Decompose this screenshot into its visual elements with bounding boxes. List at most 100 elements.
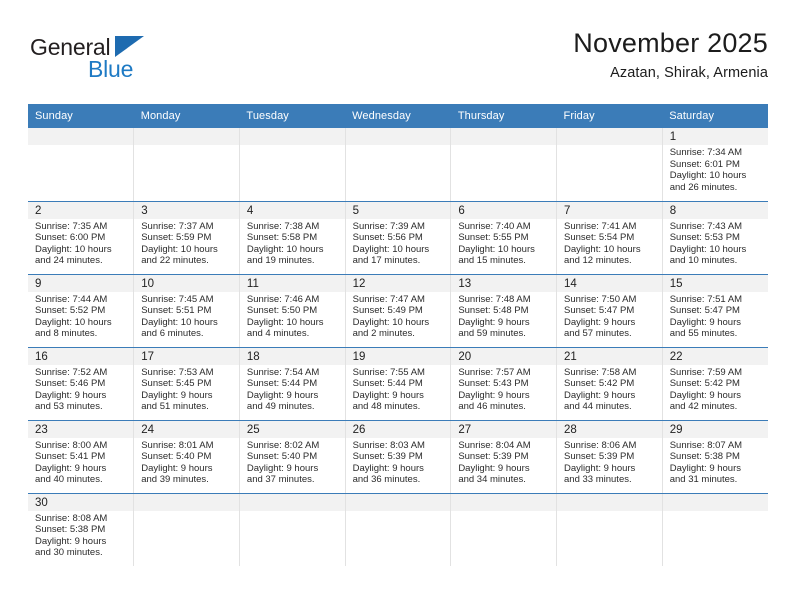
sun-info-line-sunrise: Sunrise: 7:50 AM <box>564 293 637 305</box>
day-sun-info: Sunrise: 8:07 AM Sunset: 5:38 PM Daylight:… <box>663 438 768 486</box>
sun-info-line-daylight1: Daylight: 9 hours <box>564 316 636 328</box>
general-blue-logo[interactable]: General Blue <box>30 34 170 90</box>
day-number <box>239 493 345 511</box>
calendar-day-cell[interactable]: 11 Sunrise: 7:46 AM Sunset: 5:50 PM Dayligh… <box>239 274 346 348</box>
calendar-day-cell[interactable]: 4 Sunrise: 7:38 AM Sunset: 5:58 PM Daylight… <box>239 201 346 275</box>
sun-info-line-daylight1: Daylight: 10 hours <box>246 316 324 328</box>
sun-info-line-daylight2: and 8 minutes. <box>35 328 98 340</box>
day-sun-info: Sunrise: 8:02 AM Sunset: 5:40 PM Daylight:… <box>240 438 345 486</box>
calendar-day-cell[interactable]: 18 Sunrise: 7:54 AM Sunset: 5:44 PM Dayligh… <box>239 347 346 421</box>
sun-info-line-sunset: Sunset: 5:44 PM <box>246 378 318 390</box>
calendar-day-cell[interactable]: 3 Sunrise: 7:37 AM Sunset: 5:59 PM Daylight… <box>133 201 240 275</box>
day-sun-info: Sunrise: 8:03 AM Sunset: 5:39 PM Daylight:… <box>346 438 451 486</box>
sun-info-line-daylight2: and 24 minutes. <box>35 255 103 267</box>
calendar-day-cell-empty <box>133 128 240 202</box>
day-number: 5 <box>345 201 451 219</box>
calendar-day-cell[interactable]: 25 Sunrise: 8:02 AM Sunset: 5:40 PM Dayligh… <box>239 420 346 494</box>
sun-info-line-sunset: Sunset: 5:39 PM <box>564 451 635 463</box>
day-number: 2 <box>28 201 134 219</box>
calendar-day-cell[interactable]: 20 Sunrise: 7:57 AM Sunset: 5:43 PM Dayligh… <box>450 347 558 421</box>
sun-info-line-daylight1: Daylight: 9 hours <box>352 462 424 474</box>
day-number <box>557 128 662 145</box>
sun-info-line-sunset: Sunset: 5:52 PM <box>35 305 106 317</box>
sun-info-line-sunset: Sunset: 5:49 PM <box>352 305 423 317</box>
calendar-day-cell[interactable]: 16 Sunrise: 7:52 AM Sunset: 5:46 PM Dayligh… <box>28 347 135 421</box>
sun-info-line-sunset: Sunset: 5:41 PM <box>35 451 106 463</box>
sun-info-line-sunset: Sunset: 5:38 PM <box>35 524 106 536</box>
sun-info-line-daylight1: Daylight: 9 hours <box>35 462 107 474</box>
calendar-day-cell[interactable]: 17 Sunrise: 7:53 AM Sunset: 5:45 PM Dayligh… <box>133 347 240 421</box>
day-sun-info: Sunrise: 7:41 AM Sunset: 5:54 PM Daylight:… <box>557 219 662 267</box>
sun-info-line-daylight2: and 42 minutes. <box>669 401 738 413</box>
sun-info-line-sunset: Sunset: 5:59 PM <box>141 232 212 244</box>
sun-info-line-daylight1: Daylight: 10 hours <box>141 316 218 328</box>
calendar-day-cell[interactable]: 28 Sunrise: 8:06 AM Sunset: 5:39 PM Dayligh… <box>556 420 663 494</box>
calendar-day-cell[interactable]: 2 Sunrise: 7:35 AM Sunset: 6:00 PM Daylight… <box>28 201 135 275</box>
calendar-week-row: 16 Sunrise: 7:52 AM Sunset: 5:46 PM Dayligh… <box>28 347 768 421</box>
calendar-day-cell[interactable]: 22 Sunrise: 7:59 AM Sunset: 5:42 PM Dayligh… <box>662 347 768 421</box>
day-sun-info: Sunrise: 7:48 AM Sunset: 5:48 PM Daylight:… <box>451 292 556 340</box>
page-header: General Blue November 2025 Azatan, Shira… <box>28 28 768 98</box>
calendar-day-cell[interactable]: 14 Sunrise: 7:50 AM Sunset: 5:47 PM Dayligh… <box>556 274 663 348</box>
sun-info-line-daylight2: and 22 minutes. <box>141 255 209 267</box>
day-sun-info: Sunrise: 7:54 AM Sunset: 5:44 PM Daylight:… <box>240 365 345 413</box>
calendar-day-cell-empty <box>556 493 663 566</box>
sun-info-line-daylight1: Daylight: 9 hours <box>141 462 213 474</box>
calendar-day-cell[interactable]: 29 Sunrise: 8:07 AM Sunset: 5:38 PM Dayligh… <box>662 420 768 494</box>
sun-info-line-sunrise: Sunrise: 7:38 AM <box>246 220 320 232</box>
day-number: 16 <box>28 347 134 365</box>
day-sun-info: Sunrise: 8:08 AM Sunset: 5:38 PM Daylight:… <box>28 511 133 559</box>
calendar-day-cell[interactable]: 27 Sunrise: 8:04 AM Sunset: 5:39 PM Dayligh… <box>450 420 558 494</box>
sun-info-line-sunrise: Sunrise: 8:01 AM <box>141 439 214 451</box>
day-number: 28 <box>557 420 662 438</box>
calendar-day-cell-empty <box>345 128 452 202</box>
calendar-day-cell[interactable]: 24 Sunrise: 8:01 AM Sunset: 5:40 PM Dayligh… <box>133 420 240 494</box>
calendar-day-cell[interactable]: 10 Sunrise: 7:45 AM Sunset: 5:51 PM Dayligh… <box>133 274 240 348</box>
weekday-header-tuesday: Tuesday <box>239 104 346 128</box>
calendar-day-cell[interactable]: 9 Sunrise: 7:44 AM Sunset: 5:52 PM Daylight… <box>28 274 135 348</box>
sun-info-line-daylight1: Daylight: 10 hours <box>246 243 324 255</box>
calendar-day-cell[interactable]: 8 Sunrise: 7:43 AM Sunset: 5:53 PM Daylight… <box>662 201 768 275</box>
calendar-day-cell[interactable]: 7 Sunrise: 7:41 AM Sunset: 5:54 PM Daylight… <box>556 201 663 275</box>
sun-info-line-sunrise: Sunrise: 7:55 AM <box>352 366 425 378</box>
sun-info-line-daylight1: Daylight: 10 hours <box>669 243 747 255</box>
calendar-day-cell[interactable]: 23 Sunrise: 8:00 AM Sunset: 5:41 PM Dayligh… <box>28 420 135 494</box>
calendar-day-cell[interactable]: 30 Sunrise: 8:08 AM Sunset: 5:38 PM Dayligh… <box>28 493 135 566</box>
weekday-header-sunday: Sunday <box>28 104 134 128</box>
day-number: 8 <box>662 201 768 219</box>
page-subtitle: Azatan, Shirak, Armenia <box>610 65 768 82</box>
calendar-day-cell[interactable]: 1 Sunrise: 7:34 AM Sunset: 6:01 PM Daylight… <box>662 128 768 202</box>
calendar-day-cell[interactable]: 19 Sunrise: 7:55 AM Sunset: 5:44 PM Dayligh… <box>345 347 452 421</box>
sun-info-line-sunrise: Sunrise: 7:37 AM <box>141 220 214 232</box>
sun-info-line-sunset: Sunset: 5:47 PM <box>669 305 740 317</box>
calendar-day-cell[interactable]: 5 Sunrise: 7:39 AM Sunset: 5:56 PM Daylight… <box>345 201 452 275</box>
calendar-week-row: 9 Sunrise: 7:44 AM Sunset: 5:52 PM Daylight… <box>28 274 768 348</box>
day-number: 14 <box>557 274 662 292</box>
sun-info-line-sunset: Sunset: 5:51 PM <box>141 305 212 317</box>
calendar-day-cell[interactable]: 12 Sunrise: 7:47 AM Sunset: 5:49 PM Dayligh… <box>345 274 452 348</box>
calendar-day-cell[interactable]: 13 Sunrise: 7:48 AM Sunset: 5:48 PM Dayligh… <box>450 274 558 348</box>
calendar-day-cell[interactable]: 15 Sunrise: 7:51 AM Sunset: 5:47 PM Dayligh… <box>662 274 768 348</box>
calendar-day-cell-empty <box>450 493 558 566</box>
sun-info-line-sunset: Sunset: 5:50 PM <box>246 305 318 317</box>
sun-info-line-sunset: Sunset: 5:39 PM <box>458 451 529 463</box>
sun-info-line-sunrise: Sunrise: 7:52 AM <box>35 366 108 378</box>
calendar-day-cell[interactable]: 26 Sunrise: 8:03 AM Sunset: 5:39 PM Dayligh… <box>345 420 452 494</box>
sun-info-line-sunrise: Sunrise: 8:00 AM <box>35 439 108 451</box>
calendar-day-cell-empty <box>345 493 452 566</box>
sun-info-line-daylight1: Daylight: 9 hours <box>669 316 742 328</box>
sun-info-line-sunset: Sunset: 5:55 PM <box>458 232 529 244</box>
calendar-day-cell[interactable]: 6 Sunrise: 7:40 AM Sunset: 5:55 PM Daylight… <box>450 201 558 275</box>
sun-info-line-daylight2: and 40 minutes. <box>35 474 103 486</box>
calendar-day-cell[interactable]: 21 Sunrise: 7:58 AM Sunset: 5:42 PM Dayligh… <box>556 347 663 421</box>
calendar-day-cell-empty <box>239 128 346 202</box>
day-number: 4 <box>239 201 345 219</box>
sun-info-line-sunrise: Sunrise: 7:40 AM <box>458 220 531 232</box>
sun-info-line-sunset: Sunset: 5:40 PM <box>246 451 318 463</box>
day-sun-info: Sunrise: 7:58 AM Sunset: 5:42 PM Daylight:… <box>557 365 662 413</box>
day-sun-info: Sunrise: 7:53 AM Sunset: 5:45 PM Daylight:… <box>134 365 239 413</box>
sun-info-line-daylight2: and 55 minutes. <box>669 328 738 340</box>
sun-info-line-daylight1: Daylight: 10 hours <box>564 243 641 255</box>
day-sun-info: Sunrise: 7:57 AM Sunset: 5:43 PM Daylight:… <box>451 365 556 413</box>
day-sun-info: Sunrise: 8:00 AM Sunset: 5:41 PM Daylight:… <box>28 438 133 486</box>
